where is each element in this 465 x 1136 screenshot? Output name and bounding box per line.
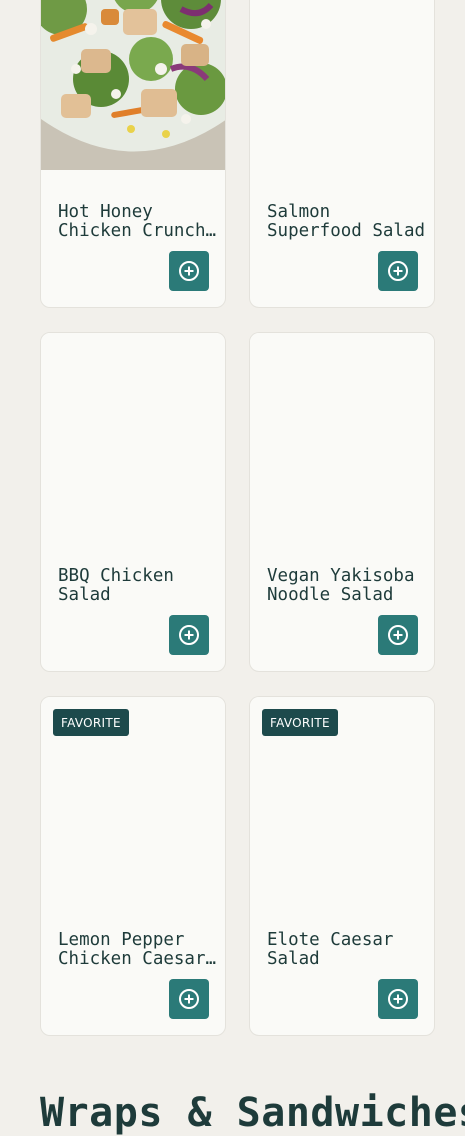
product-image[interactable] <box>41 333 225 534</box>
product-name[interactable]: Hot Honey Chicken Crunch Salad <box>58 203 217 241</box>
favorite-badge: FAVORITE <box>53 709 129 737</box>
plus-circle-icon <box>388 261 408 281</box>
product-card[interactable]: Salmon Superfood Salad <box>249 0 435 308</box>
product-name[interactable]: Elote Caesar Salad <box>267 931 426 969</box>
product-name[interactable]: Vegan Yakisoba Noodle Salad <box>267 567 426 605</box>
favorite-badge: FAVORITE <box>262 709 338 737</box>
product-image[interactable] <box>41 0 225 170</box>
product-card[interactable]: Vegan Yakisoba Noodle Salad <box>249 332 435 672</box>
product-image[interactable] <box>250 0 434 170</box>
product-card[interactable]: FAVORITE Lemon Pepper Chicken Caesar Sal… <box>40 696 226 1036</box>
plus-circle-icon <box>388 989 408 1009</box>
section-heading: Wraps & Sandwiches <box>40 1090 465 1136</box>
product-name[interactable]: BBQ Chicken Salad <box>58 567 217 605</box>
add-to-cart-button[interactable] <box>169 615 209 655</box>
plus-circle-icon <box>179 989 199 1009</box>
plus-circle-icon <box>179 261 199 281</box>
product-card[interactable]: FAVORITE Elote Caesar Salad <box>249 696 435 1036</box>
product-name[interactable]: Salmon Superfood Salad <box>267 203 426 241</box>
add-to-cart-button[interactable] <box>378 615 418 655</box>
add-to-cart-button[interactable] <box>378 979 418 1019</box>
product-card[interactable]: Hot Honey Chicken Crunch Salad <box>40 0 226 308</box>
add-to-cart-button[interactable] <box>378 251 418 291</box>
add-to-cart-button[interactable] <box>169 979 209 1019</box>
plus-circle-icon <box>179 625 199 645</box>
product-card[interactable]: BBQ Chicken Salad <box>40 332 226 672</box>
product-image[interactable] <box>250 333 434 534</box>
plus-circle-icon <box>388 625 408 645</box>
product-grid: Hot Honey Chicken Crunch Salad Salmon Su… <box>40 0 435 1036</box>
product-name[interactable]: Lemon Pepper Chicken Caesar Salad <box>58 931 217 969</box>
add-to-cart-button[interactable] <box>169 251 209 291</box>
